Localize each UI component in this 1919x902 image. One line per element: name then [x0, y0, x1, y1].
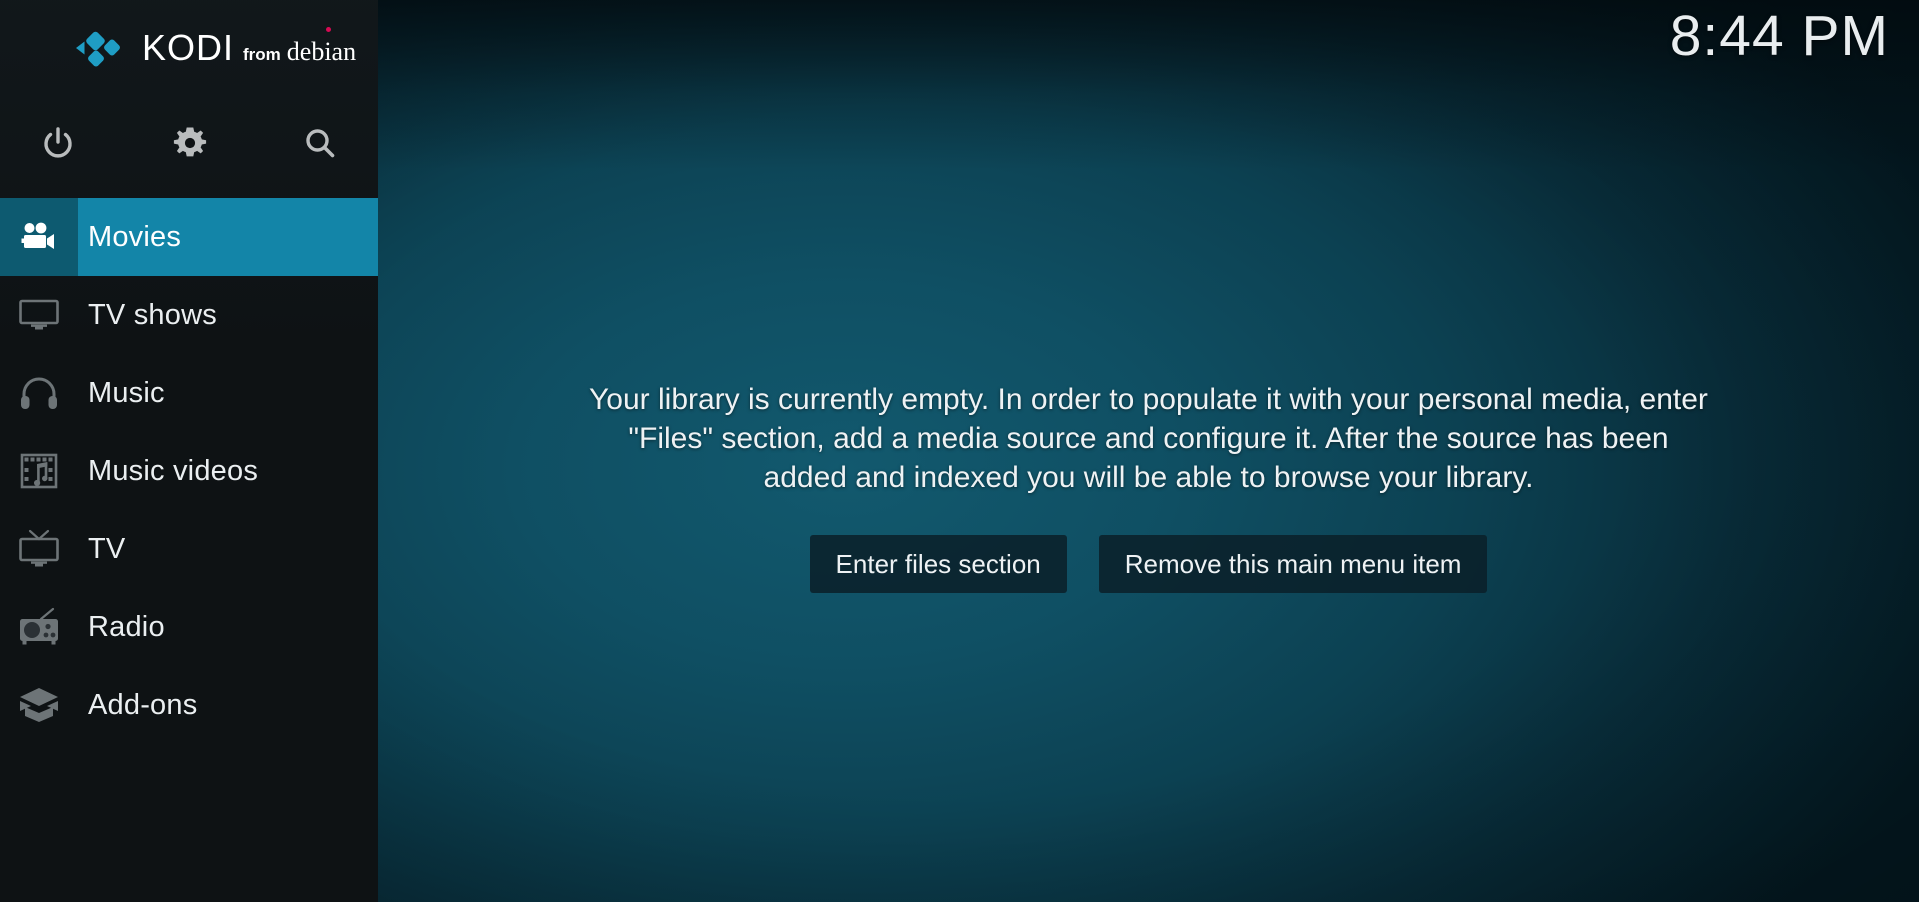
remove-main-menu-item-button[interactable]: Remove this main menu item [1098, 535, 1488, 593]
sidebar-item-music-videos-iconbox [0, 432, 78, 510]
sidebar: KODI from debian Movies TV shows Music M… [0, 0, 378, 902]
sidebar-item-tv-shows-label: TV shows [88, 298, 217, 331]
empty-library-actions: Enter files section Remove this main men… [584, 535, 1714, 593]
sidebar-item-tv-shows-iconbox [0, 276, 78, 354]
sidebar-item-tv-shows-labelwrap: TV shows [78, 276, 217, 354]
sidebar-item-add-ons-labelwrap: Add-ons [78, 666, 197, 744]
sidebar-item-tv-label: TV [88, 532, 126, 565]
monitor-icon [19, 299, 59, 330]
sidebar-item-music-iconbox [0, 354, 78, 432]
enter-files-section-button[interactable]: Enter files section [809, 535, 1067, 593]
debian-swirl-dot [326, 26, 332, 32]
gear-icon [173, 127, 207, 156]
open-box-icon [20, 688, 58, 722]
kodi-home-screen: Your library is currently empty. In orde… [0, 0, 1919, 902]
search-button[interactable] [282, 95, 358, 190]
movie-camera-icon [21, 222, 54, 249]
sidebar-item-music-videos-label: Music videos [88, 454, 259, 487]
logo-debian-text: debian [286, 26, 357, 66]
power-icon [44, 126, 72, 157]
search-icon [306, 128, 335, 157]
empty-library-panel: Your library is currently empty. In orde… [584, 380, 1714, 593]
settings-button[interactable] [152, 95, 228, 190]
main-menu: Movies TV shows Music Music videos TV Ra… [0, 198, 378, 744]
logo-from-text: from [243, 44, 281, 64]
sidebar-item-add-ons-label: Add-ons [88, 688, 198, 721]
headphones-icon [21, 377, 57, 409]
power-button[interactable] [20, 95, 96, 190]
main-content-area: Your library is currently empty. In orde… [378, 0, 1919, 902]
sidebar-item-tv[interactable]: TV [0, 510, 378, 588]
sidebar-item-radio-label: Radio [88, 610, 165, 643]
clock: 8:44 PM [1669, 4, 1889, 68]
kodi-logo-icon [76, 31, 120, 66]
logo-kodi-text: KODI [142, 26, 235, 68]
sidebar-item-radio-labelwrap: Radio [78, 588, 165, 666]
sidebar-item-movies-labelwrap: Movies [78, 198, 378, 276]
sidebar-item-tv-iconbox [0, 510, 78, 588]
sidebar-item-movies-iconbox [0, 198, 78, 276]
sidebar-item-music[interactable]: Music [0, 354, 378, 432]
quick-actions-row [0, 95, 378, 190]
logo-debian-label: debian [286, 36, 357, 66]
sidebar-item-music-labelwrap: Music [78, 354, 165, 432]
sidebar-item-radio-iconbox [0, 588, 78, 666]
sidebar-item-add-ons-iconbox [0, 666, 78, 744]
tv-antenna-icon [19, 529, 59, 567]
radio-icon [20, 607, 58, 645]
sidebar-item-movies[interactable]: Movies [0, 198, 378, 276]
empty-library-message: Your library is currently empty. In orde… [589, 383, 1708, 494]
sidebar-item-add-ons[interactable]: Add-ons [0, 666, 378, 744]
sidebar-item-music-label: Music [88, 376, 165, 409]
sidebar-item-radio[interactable]: Radio [0, 588, 378, 666]
sidebar-item-movies-label: Movies [88, 220, 182, 253]
sidebar-item-music-videos[interactable]: Music videos [0, 432, 378, 510]
sidebar-item-tv-labelwrap: TV [78, 510, 125, 588]
sidebar-item-music-videos-labelwrap: Music videos [78, 432, 258, 510]
film-music-icon [20, 453, 58, 489]
sidebar-item-tv-shows[interactable]: TV shows [0, 276, 378, 354]
app-logo: KODI from debian [0, 0, 378, 95]
